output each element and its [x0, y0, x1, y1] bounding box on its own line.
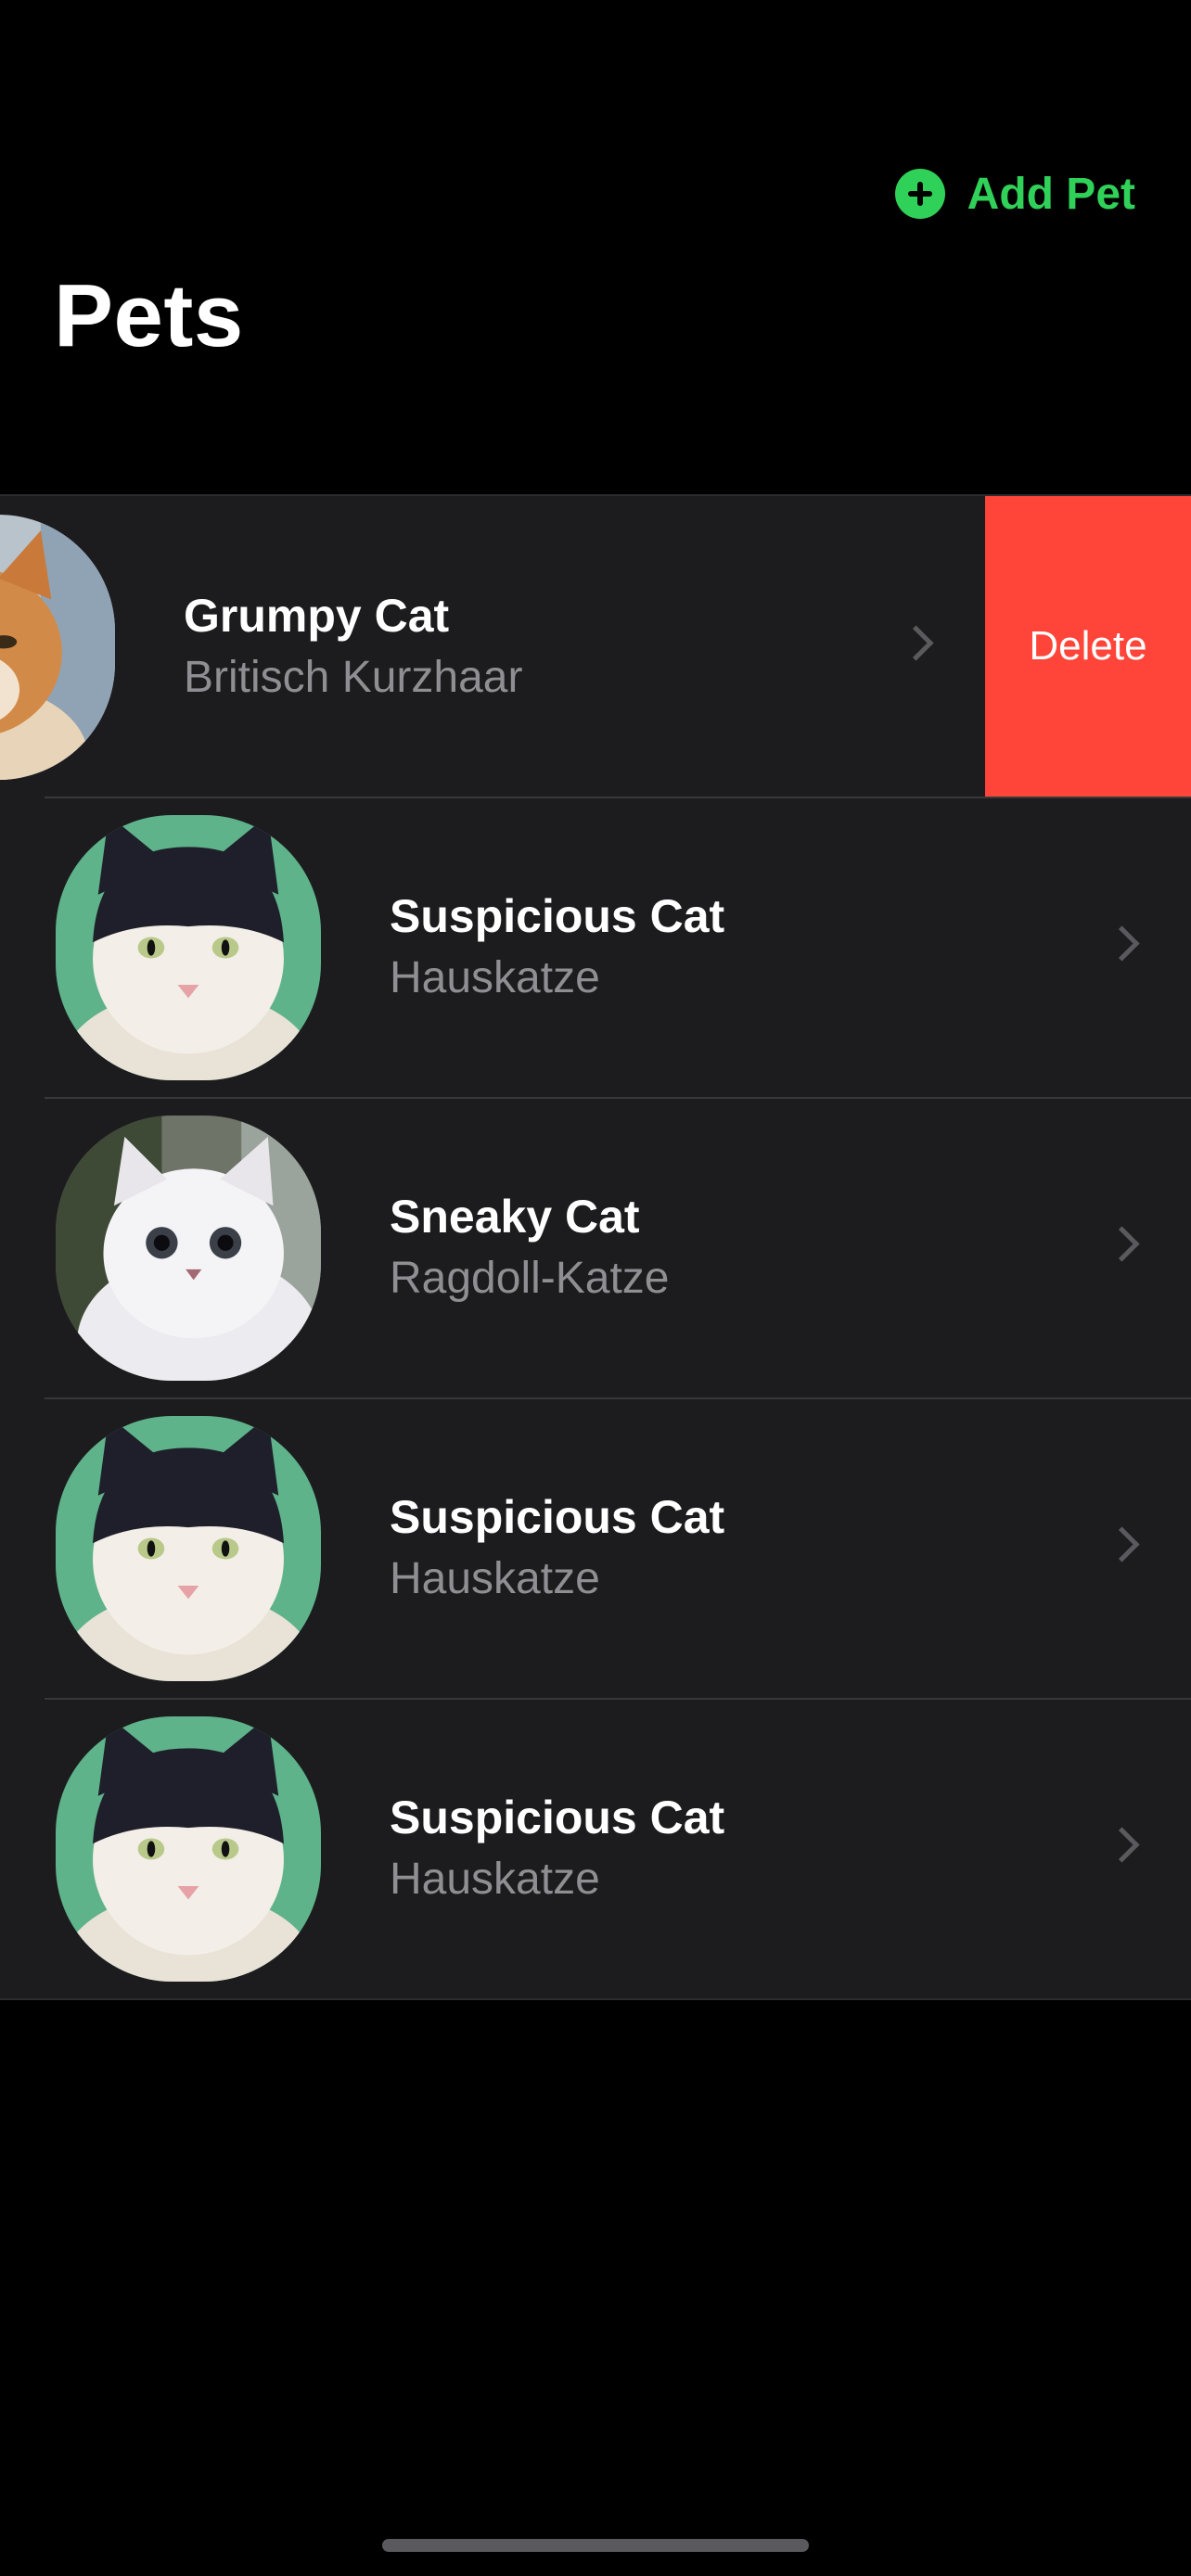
pet-photo — [0, 515, 115, 780]
chevron-right-icon — [1104, 1827, 1140, 1863]
pet-breed: Hauskatze — [390, 1554, 600, 1603]
pet-list: Grumpy Cat Britisch Kurzhaar Delete Susp… — [0, 494, 1191, 2000]
pet-photo — [56, 1716, 321, 1982]
add-pet-button[interactable]: Add Pet — [894, 165, 1135, 223]
pet-name: Sneaky Cat — [390, 1191, 640, 1243]
page-title: Pets — [54, 266, 244, 365]
list-item[interactable]: Suspicious Cat Hauskatze — [0, 797, 1191, 1097]
black-white-cat-photo — [56, 1716, 321, 1982]
pet-name: Grumpy Cat — [184, 590, 450, 642]
chevron-right-icon — [1104, 925, 1140, 962]
white-fluffy-cat-photo — [56, 1116, 321, 1381]
pet-name: Suspicious Cat — [390, 1792, 725, 1843]
pet-photo — [56, 1416, 321, 1681]
chevron-right-icon — [1104, 1226, 1140, 1262]
pet-name: Suspicious Cat — [390, 890, 725, 942]
list-item[interactable]: Sneaky Cat Ragdoll-Katze — [0, 1097, 1191, 1397]
pet-breed: Hauskatze — [390, 953, 600, 1002]
plus-circle-icon — [894, 169, 945, 219]
list-item-content[interactable]: Suspicious Cat Hauskatze — [0, 1397, 1191, 1698]
orange-cat-photo — [0, 515, 115, 780]
delete-button[interactable]: Delete — [985, 496, 1191, 797]
list-item-content[interactable]: Grumpy Cat Britisch Kurzhaar — [0, 496, 985, 797]
pet-breed: Ragdoll-Katze — [390, 1254, 670, 1303]
pet-photo — [56, 815, 321, 1080]
black-white-cat-photo — [56, 815, 321, 1080]
list-item[interactable]: Suspicious Cat Hauskatze — [0, 1397, 1191, 1698]
pet-name: Suspicious Cat — [390, 1491, 725, 1543]
add-pet-label: Add Pet — [967, 169, 1135, 219]
list-item-content[interactable]: Suspicious Cat Hauskatze — [0, 797, 1191, 1097]
pet-breed: Britisch Kurzhaar — [184, 653, 523, 702]
black-white-cat-photo — [56, 1416, 321, 1681]
pet-photo — [56, 1116, 321, 1381]
chevron-right-icon — [898, 625, 934, 661]
list-item[interactable]: Grumpy Cat Britisch Kurzhaar Delete — [0, 496, 1191, 797]
pet-breed: Hauskatze — [390, 1855, 600, 1904]
list-item-content[interactable]: Sneaky Cat Ragdoll-Katze — [0, 1097, 1191, 1397]
list-item[interactable]: Suspicious Cat Hauskatze — [0, 1698, 1191, 1998]
chevron-right-icon — [1104, 1526, 1140, 1562]
home-indicator[interactable] — [382, 2539, 809, 2552]
list-item-content[interactable]: Suspicious Cat Hauskatze — [0, 1698, 1191, 1998]
